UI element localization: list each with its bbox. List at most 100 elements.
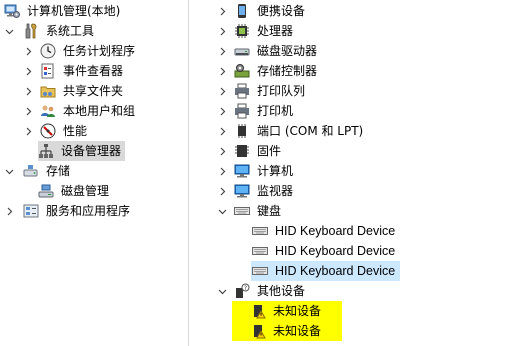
chevron-right-icon[interactable] (216, 121, 228, 141)
device-item-hid-keyboard-1[interactable]: HID Keyboard Device (252, 221, 397, 241)
device-category-ports[interactable]: 端口 (COM 和 LPT) (216, 121, 365, 141)
performance-icon (40, 123, 56, 139)
chevron-right-icon[interactable] (3, 201, 15, 221)
tree-node-computer-management[interactable]: 计算机管理(本地) (4, 1, 122, 21)
tree-label: 存储 (46, 164, 71, 178)
tree-label: 服务和应用程序 (46, 204, 131, 218)
tree-label: 本地用户和组 (63, 104, 136, 118)
device-category-printers[interactable]: 打印机 (216, 101, 295, 121)
tree-label: 共享文件夹 (63, 84, 124, 98)
clock-icon (40, 43, 56, 59)
tree-label: 计算机管理(本地) (27, 4, 121, 18)
printer-icon (234, 103, 250, 119)
device-category-processor[interactable]: 处理器 (216, 21, 295, 41)
tree-node-services-applications[interactable]: 服务和应用程序 (3, 201, 132, 221)
tree-label: 磁盘驱动器 (257, 44, 318, 58)
device-category-firmware[interactable]: 固件 (216, 141, 283, 161)
device-category-portable[interactable]: 便携设备 (216, 1, 307, 21)
device-item-hid-keyboard-2[interactable]: HID Keyboard Device (252, 241, 397, 261)
monitor-icon (234, 183, 250, 199)
device-category-print-queues[interactable]: 打印队列 (216, 81, 307, 101)
users-icon (40, 103, 56, 119)
chevron-right-icon[interactable] (216, 101, 228, 121)
disk-drive-icon (234, 43, 250, 59)
port-icon (234, 123, 250, 139)
warning-device-icon (252, 303, 268, 319)
shared-folder-icon (40, 83, 56, 99)
device-category-storage-controllers[interactable]: 存储控制器 (216, 61, 319, 81)
chevron-right-icon[interactable] (22, 41, 34, 61)
chevron-right-icon[interactable] (216, 181, 228, 201)
tree-label: 其他设备 (257, 284, 306, 298)
storage-controller-icon (234, 63, 250, 79)
chevron-down-icon[interactable] (216, 281, 228, 301)
tree-node-storage[interactable]: 存储 (3, 161, 72, 181)
chevron-right-icon[interactable] (216, 161, 228, 181)
chevron-right-icon[interactable] (22, 81, 34, 101)
pane-splitter[interactable] (188, 0, 189, 346)
print-queue-icon (234, 83, 250, 99)
tree-label: 系统工具 (46, 24, 95, 38)
chevron-right-icon[interactable] (216, 61, 228, 81)
tree-node-performance[interactable]: 性能 (22, 121, 89, 141)
chevron-right-icon[interactable] (22, 101, 34, 121)
tree-label: 端口 (COM 和 LPT) (257, 124, 364, 138)
device-item-unknown-2[interactable]: 未知设备 (232, 321, 342, 341)
device-item-hid-keyboard-3[interactable]: HID Keyboard Device (251, 261, 401, 281)
tree-label: 监视器 (257, 184, 294, 198)
tree-label: 便携设备 (257, 4, 306, 18)
chevron-down-icon[interactable] (216, 201, 228, 221)
chevron-right-icon[interactable] (22, 61, 34, 81)
storage-icon (23, 163, 39, 179)
device-manager-icon (38, 143, 54, 159)
tools-icon (23, 23, 39, 39)
tree-label: 性能 (63, 124, 88, 138)
tree-node-shared-folders[interactable]: 共享文件夹 (22, 81, 125, 101)
chevron-right-icon[interactable] (216, 141, 228, 161)
tree-label: 打印队列 (257, 84, 306, 98)
tree-label: 设备管理器 (61, 144, 122, 158)
device-item-unknown-1[interactable]: 未知设备 (232, 301, 342, 321)
unknown-device-category-icon: ? (234, 283, 250, 299)
device-category-disk-drives[interactable]: 磁盘驱动器 (216, 41, 319, 61)
device-category-keyboards[interactable]: 键盘 (216, 201, 283, 221)
device-tree-pane: 便携设备 处理器 磁盘驱动器 存储控制器 打印队列 打印机 端口 (COM 和 … (196, 0, 529, 346)
chevron-down-icon[interactable] (3, 21, 15, 41)
chevron-right-icon[interactable] (216, 21, 228, 41)
tree-node-task-scheduler[interactable]: 任务计划程序 (22, 41, 137, 61)
tree-label: 未知设备 (273, 304, 322, 318)
tree-label: 任务计划程序 (63, 44, 136, 58)
chevron-down-icon[interactable] (3, 161, 15, 181)
tree-node-device-manager[interactable]: 设备管理器 (38, 141, 126, 161)
tree-node-disk-management[interactable]: 磁盘管理 (38, 181, 111, 201)
keyboard-icon (252, 263, 268, 279)
console-tree-pane: 计算机管理(本地) 系统工具 任务计划程序 事件查看器 共享文件夹 本地用户和组… (0, 0, 188, 346)
svg-text:?: ? (244, 285, 247, 292)
tree-label: 存储控制器 (257, 64, 318, 78)
tree-label: 未知设备 (273, 324, 322, 338)
device-category-computer[interactable]: 计算机 (216, 161, 295, 181)
chevron-right-icon[interactable] (22, 121, 34, 141)
tree-node-event-viewer[interactable]: 事件查看器 (22, 61, 125, 81)
computer-management-icon (4, 3, 20, 19)
services-icon (23, 203, 39, 219)
firmware-icon (234, 143, 250, 159)
tree-label: 磁盘管理 (61, 184, 110, 198)
chevron-right-icon[interactable] (216, 1, 228, 21)
processor-icon (234, 23, 250, 39)
computer-icon (234, 163, 250, 179)
device-category-other-devices[interactable]: ? 其他设备 (216, 281, 307, 301)
portable-device-icon (234, 3, 250, 19)
tree-label: 键盘 (257, 204, 282, 218)
keyboard-icon (234, 203, 250, 219)
tree-node-local-users-groups[interactable]: 本地用户和组 (22, 101, 137, 121)
tree-node-system-tools[interactable]: 系统工具 (3, 21, 96, 41)
tree-label: 固件 (257, 144, 282, 158)
keyboard-icon (252, 243, 268, 259)
event-viewer-icon (40, 63, 56, 79)
device-category-monitors[interactable]: 监视器 (216, 181, 295, 201)
tree-label: HID Keyboard Device (275, 264, 396, 278)
chevron-right-icon[interactable] (216, 41, 228, 61)
chevron-right-icon[interactable] (216, 81, 228, 101)
keyboard-icon (252, 223, 268, 239)
